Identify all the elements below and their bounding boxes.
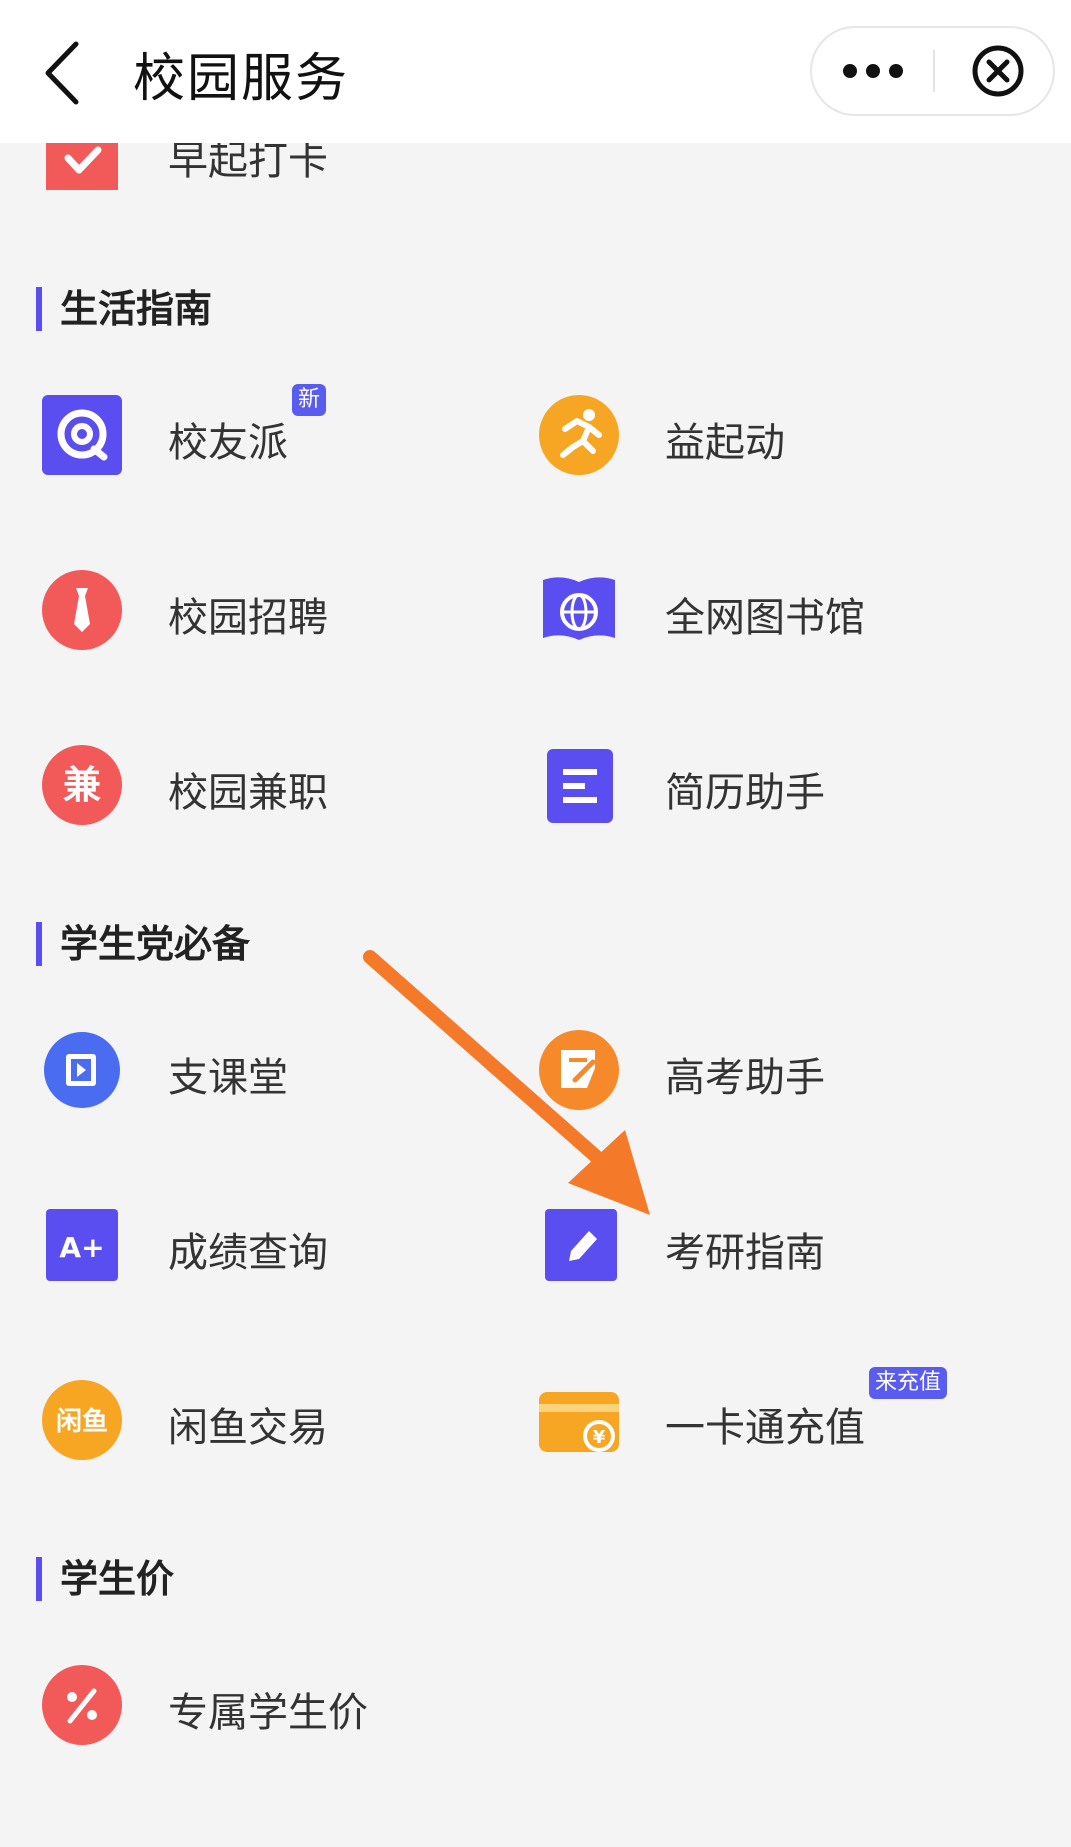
service-item-label: 一卡通充值 — [665, 1405, 865, 1451]
service-item-label: 校园兼职 — [168, 770, 328, 816]
service-item-resume[interactable]: 简历助手 — [539, 730, 1019, 840]
app-header: 校园服务 — [0, 0, 1071, 143]
xianyu-logo-icon: 闲鱼 — [42, 1380, 122, 1460]
back-button[interactable] — [40, 38, 100, 108]
service-item-student-price[interactable]: 专属学生价 — [42, 1650, 522, 1760]
service-item-label: 支课堂 — [168, 1055, 288, 1101]
service-list: 早起打卡 生活指南 校友派 新 益起动 校园招聘 全网图书馆 兼 校园兼职 简历… — [0, 0, 1071, 1847]
service-item-label: 全网图书馆 — [665, 595, 865, 641]
new-badge: 新 — [292, 384, 327, 416]
service-item-xiaoyoupai[interactable]: 校友派 新 — [42, 380, 522, 490]
a-plus-icon: A+ — [42, 1205, 122, 1285]
service-item-label: 考研指南 — [665, 1230, 825, 1276]
resume-lines-icon — [539, 745, 619, 825]
service-item-campus-recruit[interactable]: 校园招聘 — [42, 555, 522, 665]
necktie-icon — [42, 570, 122, 650]
service-item-label: 高考助手 — [665, 1055, 825, 1101]
pencil-icon — [539, 1205, 619, 1285]
chat-q-icon — [42, 395, 122, 475]
service-item-label: 专属学生价 — [168, 1690, 368, 1736]
topup-badge: 来充值 — [869, 1367, 948, 1399]
section-title-life-guide: 生活指南 — [36, 287, 212, 331]
service-item-label: 成绩查询 — [168, 1230, 328, 1276]
service-item-gaokao[interactable]: 高考助手 — [539, 1015, 1019, 1125]
mini-program-capsule — [810, 26, 1055, 116]
service-item-part-time[interactable]: 兼 校园兼职 — [42, 730, 522, 840]
service-item-label: 校园招聘 — [168, 595, 328, 641]
section-title-student-price: 学生价 — [36, 1557, 174, 1601]
exam-paper-icon — [539, 1030, 619, 1110]
service-item-label: 校友派 — [168, 420, 288, 466]
section-title-student-essentials: 学生党必备 — [36, 922, 250, 966]
svg-text:A+: A+ — [59, 1231, 104, 1264]
service-item-label: 闲鱼交易 — [168, 1405, 328, 1451]
svg-text:闲鱼: 闲鱼 — [56, 1407, 108, 1437]
service-item-label: 益起动 — [665, 420, 785, 466]
more-button[interactable] — [812, 28, 934, 114]
service-item-card-topup[interactable]: ¥ 一卡通充值 来充值 — [539, 1365, 1019, 1475]
close-circle-icon — [972, 45, 1024, 97]
more-dots-icon — [843, 64, 903, 78]
service-item-zhiketang[interactable]: 支课堂 — [42, 1015, 522, 1125]
card-yuan-icon: ¥ — [539, 1380, 619, 1460]
service-item-yiqidong[interactable]: 益起动 — [539, 380, 1019, 490]
service-item-grades[interactable]: A+ 成绩查询 — [42, 1190, 522, 1300]
runner-icon — [539, 395, 619, 475]
service-item-xianyu[interactable]: 闲鱼 闲鱼交易 — [42, 1365, 522, 1475]
service-item-label: 简历助手 — [665, 770, 825, 816]
service-item-kaoyan[interactable]: 考研指南 — [539, 1190, 1019, 1300]
svg-text:兼: 兼 — [63, 763, 101, 807]
close-button[interactable] — [935, 28, 1055, 114]
percent-icon — [42, 1665, 122, 1745]
page-title: 校园服务 — [133, 49, 350, 109]
chevron-left-icon — [45, 41, 79, 105]
jian-char-icon: 兼 — [42, 745, 122, 825]
svg-text:¥: ¥ — [593, 1427, 606, 1448]
service-item-library[interactable]: 全网图书馆 — [539, 555, 1019, 665]
video-book-icon — [42, 1030, 122, 1110]
globe-book-icon — [539, 570, 619, 650]
